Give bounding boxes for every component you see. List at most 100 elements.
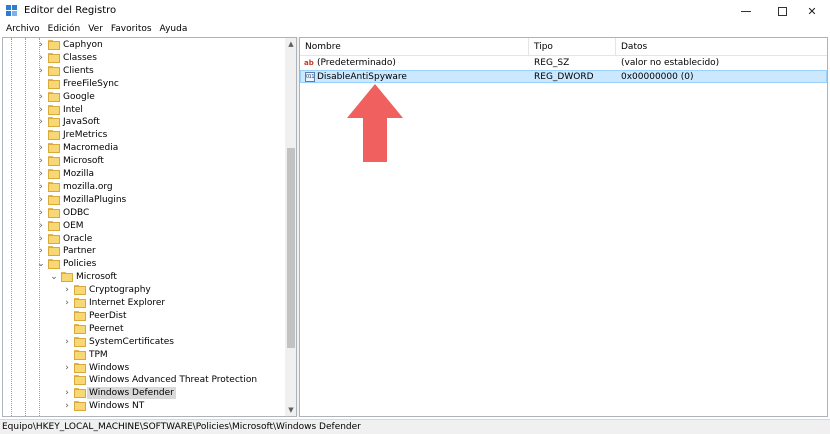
expand-chevron-icon[interactable]: › [63,337,71,347]
collapse-chevron-icon[interactable]: ⌄ [37,259,45,269]
expand-chevron-icon[interactable]: › [37,92,45,102]
expand-chevron-icon [63,350,71,360]
tree-scrollbar[interactable]: ▲ ▼ [285,38,296,416]
tree-node[interactable]: › JavaSoft [3,116,285,129]
folder-icon [74,349,86,360]
scroll-up-icon[interactable]: ▲ [285,38,296,50]
scroll-down-icon[interactable]: ▼ [285,404,296,416]
menu-ver[interactable]: Ver [84,22,107,37]
tree-node-label: TPM [89,349,108,360]
tree-node-label: Microsoft [76,272,117,283]
tree-node-label: Classes [63,52,97,63]
tree-node[interactable]: › OEM [3,220,285,233]
expand-chevron-icon[interactable]: › [63,298,71,308]
value-data: 0x00000000 (0) [621,72,694,82]
tree-node[interactable]: › Classes [3,52,285,65]
expand-chevron-icon[interactable]: › [37,143,45,153]
tree-node[interactable]: › mozilla.org [3,181,285,194]
expand-chevron-icon[interactable]: › [37,117,45,127]
folder-icon [48,91,60,102]
tree-node-label: SystemCertificates [89,336,174,347]
folder-icon [48,65,60,76]
folder-icon [48,104,60,115]
tree-node[interactable]: ⌄ Policies [3,258,285,271]
tree-node[interactable]: FreeFileSync [3,78,285,91]
tree-node[interactable]: › Windows Defender [3,387,285,400]
minimize-button[interactable] [728,0,764,22]
menu-edicion[interactable]: Edición [44,22,85,37]
menu-archivo[interactable]: Archivo [0,22,44,37]
tree-node[interactable]: › Caphyon [3,39,285,52]
tree-node-label: Caphyon [63,40,103,50]
tree-node[interactable]: › Oracle [3,233,285,246]
tree-node-label: Cryptography [89,285,151,296]
tree-node-label: Mozilla [63,169,95,179]
expand-chevron-icon[interactable]: › [37,182,45,192]
tree-node[interactable]: › SystemCertificates [3,336,285,349]
expand-chevron-icon[interactable]: › [37,40,45,50]
expand-chevron-icon[interactable]: › [37,195,45,205]
expand-chevron-icon[interactable]: › [63,388,71,398]
tree-node[interactable]: PeerDist [3,310,285,323]
list-header: Nombre Tipo Datos [300,38,827,56]
close-icon: ✕ [807,4,817,18]
expand-chevron-icon[interactable]: › [37,208,45,218]
folder-icon [74,298,86,308]
expand-chevron-icon[interactable]: › [63,363,71,373]
tree-node[interactable]: › Cryptography [3,284,285,297]
column-header-nombre[interactable]: Nombre [300,38,528,56]
expand-chevron-icon[interactable]: › [63,401,71,411]
expand-chevron-icon[interactable]: › [37,156,45,166]
value-name: (Predeterminado) [317,58,396,68]
expand-chevron-icon[interactable]: › [37,53,45,63]
expand-chevron-icon[interactable]: › [37,105,45,115]
registry-tree[interactable]: › Caphyon › Classes › Clients FreeFileSync › Goo… [2,37,297,417]
column-header-tipo[interactable]: Tipo [529,38,615,56]
tree-node-label: Clients [63,65,94,76]
status-bar-path: Equipo\HKEY_LOCAL_MACHINE\SOFTWARE\Polic… [0,419,830,434]
tree-node[interactable]: › ODBC [3,207,285,220]
close-button[interactable]: ✕ [794,0,830,22]
expand-chevron-icon[interactable]: › [63,285,71,295]
tree-node[interactable]: Peernet [3,323,285,336]
folder-icon [74,375,86,386]
folder-icon [61,272,73,283]
expand-chevron-icon[interactable]: › [37,66,45,76]
expand-chevron-icon[interactable]: › [37,221,45,231]
tree-node[interactable]: ⌄ Microsoft [3,271,285,284]
tree-node-label: mozilla.org [63,181,113,192]
tree-node[interactable]: › Macromedia [3,142,285,155]
tree-node-label: Windows Advanced Threat Protection [89,375,258,386]
tree-node-label: Intel [63,104,83,115]
tree-node[interactable]: › Intel [3,104,285,117]
tree-node[interactable]: JreMetrics [3,129,285,142]
folder-icon [48,156,60,167]
scrollbar-thumb[interactable] [287,148,295,348]
tree-node[interactable]: › Google [3,91,285,104]
folder-icon [48,130,60,141]
tree-node[interactable]: Windows Advanced Threat Protection [3,374,285,387]
tree-node[interactable]: › Partner [3,245,285,258]
tree-node[interactable]: › Mozilla [3,168,285,181]
tree-node[interactable]: › Clients [3,65,285,78]
menu-favoritos[interactable]: Favoritos [107,22,156,37]
column-header-datos[interactable]: Datos [616,38,816,56]
expand-chevron-icon [37,79,45,89]
list-row-selected[interactable]: 011 DisableAntiSpyware REG_DWORD 0x00000… [300,70,827,83]
expand-chevron-icon[interactable]: › [37,246,45,256]
tree-node[interactable]: › Windows NT [3,400,285,413]
menu-ayuda[interactable]: Ayuda [156,22,192,37]
tree-node[interactable]: › MozillaPlugins [3,194,285,207]
tree-node[interactable]: › Windows [3,362,285,375]
collapse-chevron-icon[interactable]: ⌄ [50,272,58,282]
list-row[interactable]: ab (Predeterminado) REG_SZ (valor no est… [300,57,827,70]
tree-node[interactable]: › Internet Explorer [3,297,285,310]
folder-icon [48,259,60,270]
tree-node-label: Windows NT [89,401,145,412]
tree-node-label: Oracle [63,233,93,244]
expand-chevron-icon[interactable]: › [37,169,45,179]
tree-node[interactable]: TPM [3,349,285,362]
title-bar: Editor del Registro ✕ [0,0,830,22]
tree-node[interactable]: › Microsoft [3,155,285,168]
expand-chevron-icon[interactable]: › [37,234,45,244]
